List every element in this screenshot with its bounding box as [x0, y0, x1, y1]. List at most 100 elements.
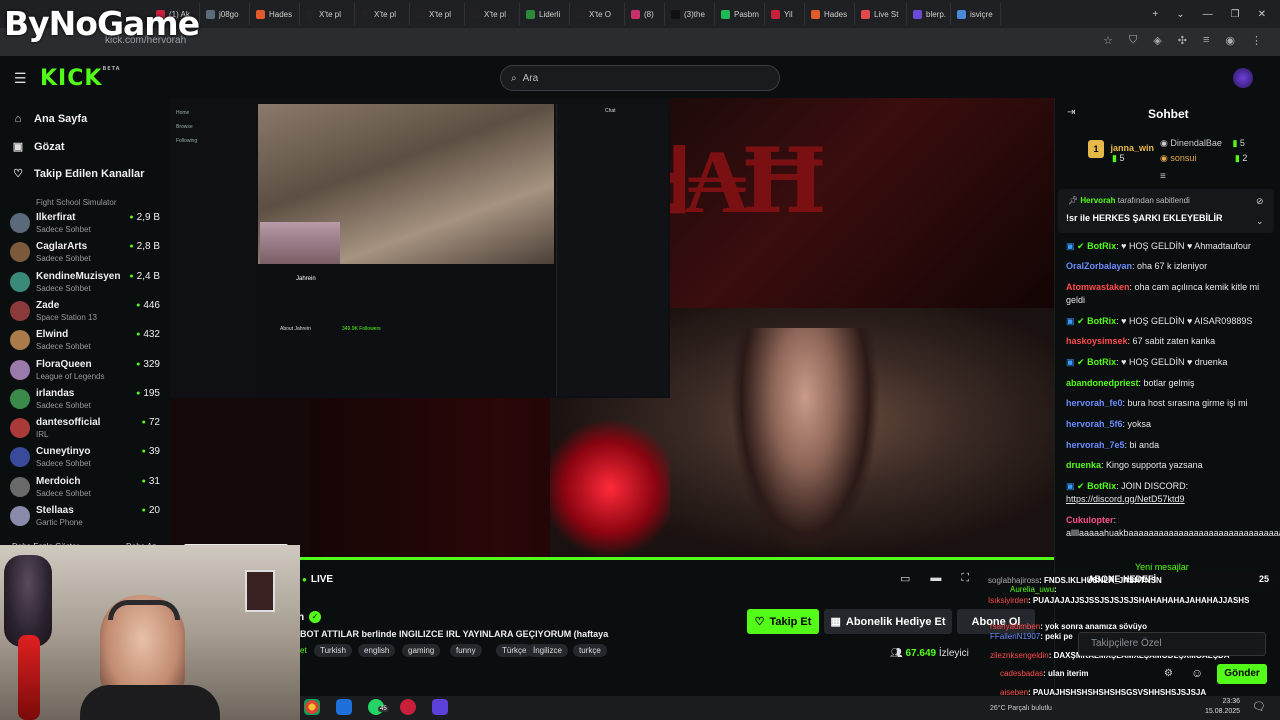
sidebar-channel[interactable]: ElwindSadece Sohbet 432: [10, 327, 160, 356]
chat-message[interactable]: haskoysimsek: 67 sabit zaten kanka: [1066, 335, 1270, 348]
browser-tab[interactable]: Hades: [250, 3, 300, 25]
chat-message[interactable]: hervorah_7e5: bi anda: [1066, 439, 1270, 452]
pip-icon[interactable]: ▭: [900, 572, 910, 585]
gift-subscription-button[interactable]: ▦ Abonelik Hediye Et: [824, 609, 952, 634]
chat-message[interactable]: ▣ ✔ BotRix: ♥ HOŞ GELDİN ♥ AISAR09889S: [1066, 315, 1270, 328]
expand-leaderboard-icon[interactable]: ≡: [1160, 171, 1166, 182]
sidebar-channel[interactable]: Stellaas Gartic Phone 20: [10, 503, 160, 532]
browser-tab[interactable]: X'te pl: [355, 3, 410, 25]
browser-tab[interactable]: Hades: [805, 3, 855, 25]
chat-message[interactable]: Cukulopter: allllaaaaahuakbaaaaaaaaaaaaa…: [1066, 514, 1280, 540]
gear-icon[interactable]: ⚙: [1164, 668, 1173, 679]
obs-icon[interactable]: [400, 699, 416, 715]
chrome-icon[interactable]: [304, 699, 320, 715]
puzzle-icon[interactable]: ✣: [1178, 34, 1187, 47]
chat-input[interactable]: Takipçilere Özel: [1078, 632, 1266, 656]
chat-username[interactable]: hervorah_7e5: [1066, 440, 1125, 450]
browser-tab[interactable]: blerp.: [907, 3, 951, 25]
close-icon[interactable]: ✕: [1258, 9, 1266, 20]
hamburger-menu-icon[interactable]: ☰: [14, 70, 27, 87]
theater-icon[interactable]: ▬: [930, 572, 941, 585]
search-input[interactable]: ⌕ Ara: [500, 65, 780, 91]
sidebar-channel[interactable]: CuneytinyoSadece Sohbet 39: [10, 444, 160, 473]
new-tab-icon[interactable]: +: [1152, 9, 1158, 20]
browser-tab[interactable]: X'te O: [570, 3, 625, 25]
chat-link[interactable]: https://discord.gg/NetD57ktd9: [1066, 494, 1185, 504]
sidebar-channel[interactable]: CaglarArtsSadece Sohbet 2,8 B: [10, 239, 160, 268]
collapse-chat-icon[interactable]: ⇥: [1067, 107, 1075, 118]
chat-username[interactable]: BotRix: [1087, 481, 1116, 491]
sidebar-channel[interactable]: KendineMuzisyenSadece Sohbet 2,4 B: [10, 269, 160, 298]
user-avatar[interactable]: [1233, 68, 1253, 88]
shield-icon[interactable]: ⛉: [1129, 34, 1137, 47]
browser-tab[interactable]: X'te pl: [410, 3, 465, 25]
chat-message[interactable]: hervorah_5f6: yoksa: [1066, 418, 1270, 431]
chat-username[interactable]: haskoysimsek: [1066, 336, 1128, 346]
browser-tab[interactable]: (8): [625, 3, 665, 25]
emote-icon[interactable]: ☺: [1191, 666, 1203, 680]
sidebar-item-following[interactable]: ♡ Takip Edilen Kanallar: [12, 167, 144, 181]
unpin-icon[interactable]: ⊘: [1256, 196, 1264, 207]
video-player[interactable]: ꓤ₳Ħ Home Browse Following Jahrein About …: [170, 98, 1054, 558]
browser-tab[interactable]: Yil: [765, 3, 805, 25]
chat-username[interactable]: OralZorbalayan: [1066, 261, 1132, 271]
browser-tab[interactable]: X'te pl: [300, 3, 355, 25]
shield-app-icon[interactable]: [336, 699, 352, 715]
bookmark-star-icon[interactable]: ☆: [1103, 34, 1113, 47]
stream-category[interactable]: et: [300, 646, 307, 655]
browser-tab[interactable]: (3)the: [665, 3, 715, 25]
sidebar-channel[interactable]: MerdoichSadece Sohbet 31: [10, 474, 160, 503]
chat-message[interactable]: OralZorbalayan: oha 67 k izleniyor: [1066, 260, 1270, 273]
chat-username[interactable]: abandonedpriest: [1066, 378, 1139, 388]
chat-message[interactable]: ▣ ✔ BotRix: ♥ HOŞ GELDİN ♥ Ahmadtaufour: [1066, 240, 1270, 253]
sidebar-channel[interactable]: ZadeSpace Station 13 446: [10, 298, 160, 327]
tag-pill[interactable]: İngilizce: [527, 644, 568, 657]
fullscreen-icon[interactable]: ⛶: [961, 572, 969, 585]
chat-username[interactable]: Atomwastaken: [1066, 282, 1130, 292]
browser-tab[interactable]: j08go: [200, 3, 250, 25]
top-gifter-2[interactable]: ◉ DinendalBae ▮ 5: [1160, 138, 1245, 149]
browser-tab[interactable]: Pasbm: [715, 3, 765, 25]
progress-bar[interactable]: [300, 557, 1054, 560]
chat-message[interactable]: hervorah_fe0: bura host sırasına girme i…: [1066, 397, 1270, 410]
notification-icon[interactable]: 🗨︎: [1252, 700, 1266, 713]
chat-message[interactable]: ▣ ✔ BotRix: ♥ HOŞ GELDİN ♥ druenka: [1066, 356, 1270, 369]
sidebar-channel[interactable]: irlandasSadece Sohbet 195: [10, 386, 160, 415]
chat-username[interactable]: BotRix: [1087, 316, 1116, 326]
sidebar-channel[interactable]: FloraQueenLeague of Legends 329: [10, 357, 160, 386]
tag-pill[interactable]: funny: [450, 644, 482, 657]
chat-message[interactable]: druenka: Kingo supporta yazsana: [1066, 459, 1270, 472]
chevron-down-icon[interactable]: ⌄: [1256, 216, 1264, 227]
new-messages-indicator[interactable]: Yeni mesajlar: [1135, 562, 1189, 572]
browser-tab[interactable]: isviçre: [951, 3, 1001, 25]
tag-pill[interactable]: Turkish: [314, 644, 352, 657]
browser-tab[interactable]: Liderli: [520, 3, 570, 25]
browser-tab[interactable]: Live St: [855, 3, 907, 25]
app-icon[interactable]: [432, 699, 448, 715]
extension-icon[interactable]: ◈: [1153, 34, 1161, 47]
media-icon[interactable]: ≡: [1203, 34, 1209, 47]
chat-username[interactable]: Cukulopter: [1066, 515, 1114, 525]
menu-dots-icon[interactable]: ⋮: [1251, 34, 1262, 47]
kick-logo[interactable]: KICKBETA: [40, 66, 121, 91]
chat-username[interactable]: hervorah_fe0: [1066, 398, 1123, 408]
top-gifter-3[interactable]: ◉ sonsui ▮ 2: [1160, 153, 1247, 164]
tag-pill[interactable]: gaming: [402, 644, 441, 657]
chat-username[interactable]: BotRix: [1087, 357, 1116, 367]
sidebar-channel[interactable]: Ilkerfirat Sadece Sohbet 2,9 B: [10, 210, 160, 239]
sidebar-channel[interactable]: dantesofficialIRL 72: [10, 415, 160, 444]
chat-username[interactable]: BotRix: [1087, 241, 1116, 251]
chat-message[interactable]: Atomwastaken: oha cam açılınca kemik kit…: [1066, 281, 1270, 307]
send-button[interactable]: Gönder: [1217, 664, 1267, 684]
tag-pill[interactable]: turkçe: [573, 644, 607, 657]
chat-username[interactable]: druenka: [1066, 460, 1101, 470]
chat-username[interactable]: hervorah_5f6: [1066, 419, 1123, 429]
browser-tab[interactable]: X'te pl: [465, 3, 520, 25]
tag-pill[interactable]: english: [358, 644, 396, 657]
chevron-down-icon[interactable]: ⌄: [1176, 9, 1184, 20]
minimize-icon[interactable]: —: [1203, 9, 1213, 20]
chat-message[interactable]: ▣ ✔ BotRix: JOIN DISCORD: https://discord…: [1066, 480, 1270, 506]
profile-icon[interactable]: ◉: [1225, 34, 1235, 47]
sidebar-item-browse[interactable]: ▣ Gözat: [12, 140, 65, 154]
follow-button[interactable]: ♡ Takip Et: [747, 609, 819, 634]
